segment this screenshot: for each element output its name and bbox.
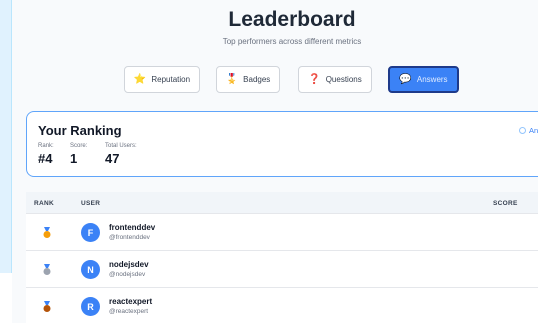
rank-value: #4 (38, 151, 53, 166)
leaderboard-page: Leaderboard Top performers across differ… (12, 0, 538, 323)
bronze-medal-icon (43, 301, 51, 312)
table-row[interactable]: R reactexpert @reactexpert (26, 288, 538, 323)
page-title: Leaderboard (228, 8, 356, 31)
column-header-rank: RANK (34, 200, 54, 207)
tab-label: Answers (416, 75, 448, 84)
gold-medal-icon (43, 227, 51, 238)
user-name[interactable]: nodejsdev (109, 260, 149, 269)
total-users-value: 47 (105, 151, 120, 166)
avatar: F (81, 223, 100, 242)
score-label: Score: (70, 143, 88, 149)
ranking-title: Your Ranking (38, 123, 122, 138)
tab-questions[interactable]: ❓ Questions (298, 66, 372, 93)
tab-reputation[interactable]: ⭐ Reputation (124, 66, 200, 93)
your-ranking-card: Your Ranking Rank: #4 Score: 1 Total Use… (26, 111, 538, 177)
answers-link-label: Answer (529, 126, 538, 135)
score-value: 1 (70, 151, 78, 166)
table-row[interactable]: N nodejsdev @nodejsdev (26, 251, 538, 288)
tab-label: Badges (243, 75, 271, 84)
user-handle: @reactexpert (109, 308, 149, 315)
answers-link[interactable]: Answer (519, 126, 538, 135)
tab-label: Reputation (151, 75, 191, 84)
tab-answers[interactable]: 💬 Answers (388, 66, 459, 93)
leaderboard-table: RANK USER SCORE F frontenddev @frontendd… (26, 192, 538, 323)
avatar: R (81, 297, 100, 316)
column-header-score: SCORE (493, 200, 518, 207)
rank-label: Rank: (38, 143, 54, 149)
star-icon: ⭐ (133, 73, 147, 85)
speech-bubble-icon: 💬 (399, 73, 412, 85)
question-icon: ❓ (308, 73, 321, 85)
user-name[interactable]: frontenddev (109, 223, 155, 232)
tab-badges[interactable]: 🎖️ Badges (216, 66, 280, 93)
tab-label: Questions (325, 75, 362, 84)
column-header-user: USER (81, 200, 101, 207)
total-users-label: Total Users: (105, 143, 137, 149)
table-header: RANK USER SCORE (26, 192, 538, 214)
table-row[interactable]: F frontenddev @frontenddev (26, 214, 538, 251)
user-handle: @frontenddev (109, 234, 150, 241)
silver-medal-icon (43, 264, 51, 275)
left-panel-edge (0, 0, 12, 273)
user-handle: @nodejsdev (109, 271, 146, 278)
circle-icon (519, 127, 526, 134)
user-name[interactable]: reactexpert (109, 297, 152, 306)
page-subtitle: Top performers across different metrics (222, 37, 362, 46)
medal-icon: 🎖️ (225, 73, 239, 85)
avatar: N (81, 260, 100, 279)
